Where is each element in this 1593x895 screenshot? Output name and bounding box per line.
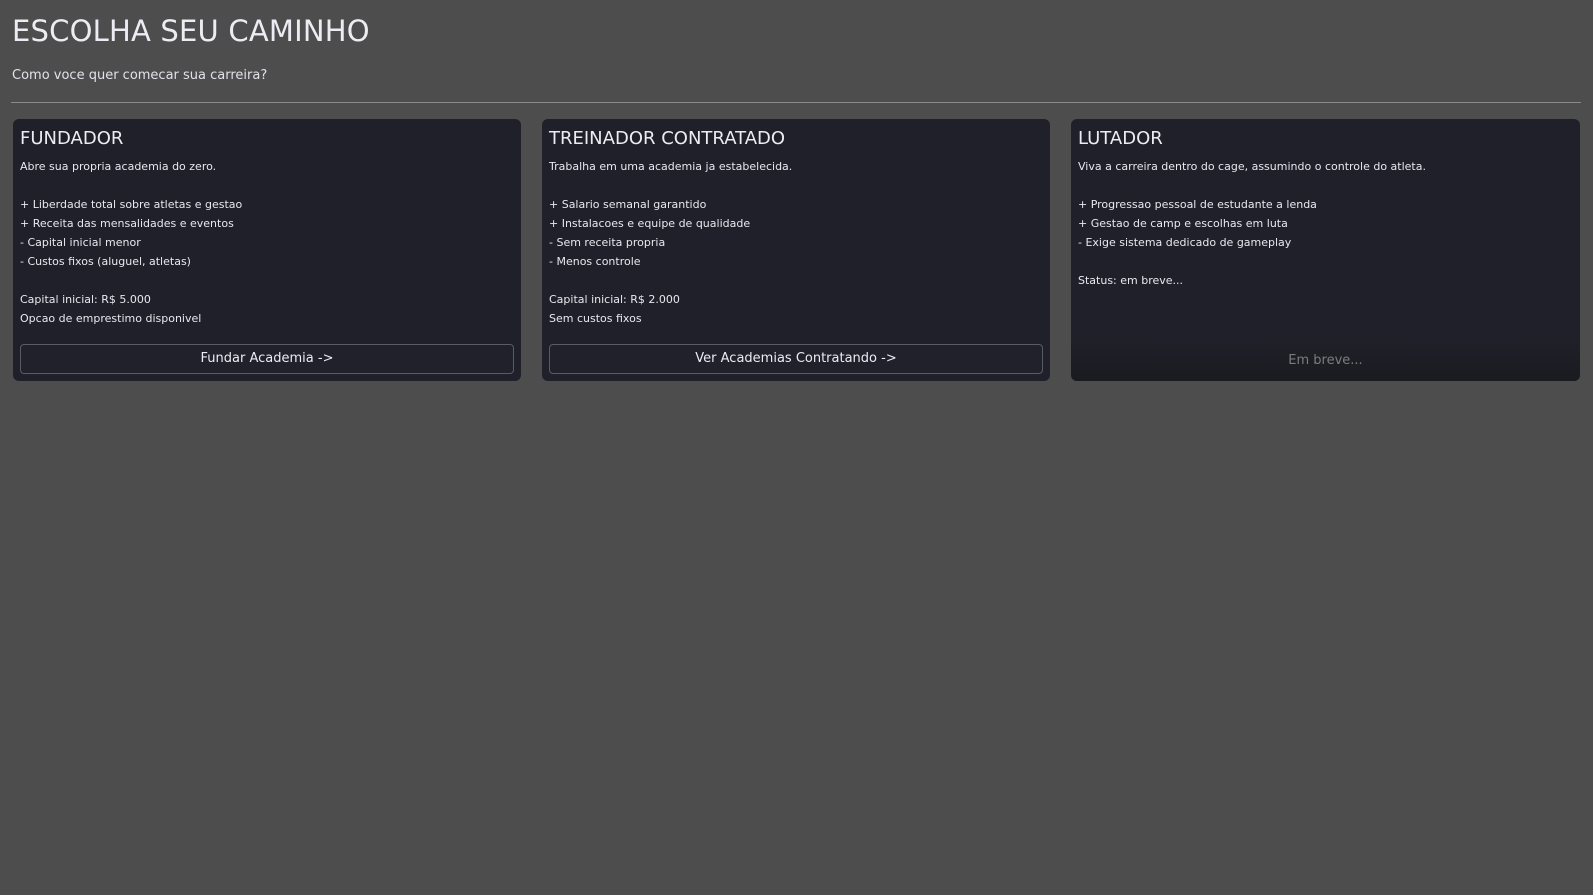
card-line: Opcao de emprestimo disponivel <box>20 312 202 325</box>
path-card-fundador: FUNDADOR Abre sua propria academia do ze… <box>13 119 521 381</box>
card-line: - Menos controle <box>549 255 641 268</box>
card-line: Viva a carreira dentro do cage, assumind… <box>1078 160 1426 173</box>
card-line: - Capital inicial menor <box>20 236 141 249</box>
fundar-academia-button[interactable]: Fundar Academia -> <box>20 344 514 374</box>
card-line-spacer <box>1078 176 1573 195</box>
header-divider <box>11 102 1581 103</box>
card-line: + Receita das mensalidades e eventos <box>20 217 234 230</box>
card-line: - Exige sistema dedicado de gameplay <box>1078 236 1292 249</box>
card-description: Viva a carreira dentro do cage, assumind… <box>1078 157 1573 290</box>
card-line: - Custos fixos (aluguel, atletas) <box>20 255 191 268</box>
card-line-spacer <box>20 176 514 195</box>
card-line: + Progressao pessoal de estudante a lend… <box>1078 198 1317 211</box>
card-line: Trabalha em uma academia ja estabelecida… <box>549 160 793 173</box>
card-title: FUNDADOR <box>20 128 124 149</box>
card-line: + Instalacoes e equipe de qualidade <box>549 217 751 230</box>
card-line: + Gestao de camp e escolhas em luta <box>1078 217 1288 230</box>
card-line: - Sem receita propria <box>549 236 666 249</box>
card-line: + Liberdade total sobre atletas e gestao <box>20 198 243 211</box>
card-title: TREINADOR CONTRATADO <box>549 128 786 149</box>
card-title: LUTADOR <box>1078 128 1163 149</box>
card-line: Capital inicial: R$ 5.000 <box>20 293 151 306</box>
em-breve-button: Em breve... <box>1071 341 1580 381</box>
card-line-spacer <box>20 271 514 290</box>
card-line: Sem custos fixos <box>549 312 642 325</box>
ver-academias-button[interactable]: Ver Academias Contratando -> <box>549 344 1043 374</box>
page-subtitle: Como voce quer comecar sua carreira? <box>12 68 268 83</box>
card-line-spacer <box>549 271 1043 290</box>
card-line: + Salario semanal garantido <box>549 198 707 211</box>
card-line-spacer <box>1078 252 1573 271</box>
path-card-treinador: TREINADOR CONTRATADO Trabalha em uma aca… <box>542 119 1050 381</box>
card-line-spacer <box>549 176 1043 195</box>
path-card-lutador: LUTADOR Viva a carreira dentro do cage, … <box>1071 119 1580 381</box>
card-line: Status: em breve... <box>1078 274 1184 287</box>
card-line: Capital inicial: R$ 2.000 <box>549 293 680 306</box>
card-description: Abre sua propria academia do zero. + Lib… <box>20 157 514 328</box>
page-title: ESCOLHA SEU CAMINHO <box>12 14 370 48</box>
career-path-screen: ESCOLHA SEU CAMINHO Como voce quer comec… <box>0 0 1593 895</box>
card-line: Abre sua propria academia do zero. <box>20 160 217 173</box>
card-description: Trabalha em uma academia ja estabelecida… <box>549 157 1043 328</box>
